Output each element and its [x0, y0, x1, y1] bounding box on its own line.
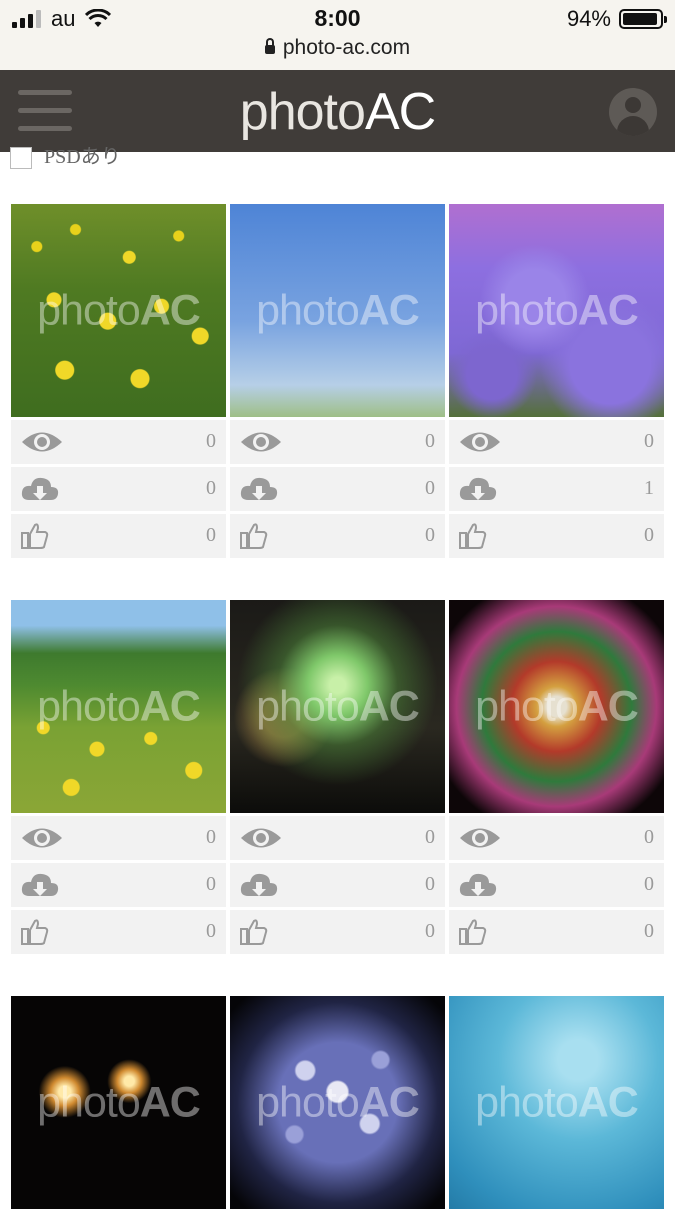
views-count: 0: [644, 430, 654, 452]
downloads-count: 0: [206, 873, 216, 895]
eye-icon: [458, 427, 500, 457]
watermark: photoAC: [37, 286, 201, 334]
photo-thumbnail-colorful-fireworks[interactable]: photoAC: [449, 600, 664, 813]
thumbs-up-icon[interactable]: [20, 521, 50, 551]
downloads-count: 0: [425, 873, 435, 895]
downloads-count: 0: [206, 477, 216, 499]
address-bar[interactable]: photo-ac.com: [0, 36, 675, 60]
stat-downloads: 0: [449, 863, 664, 907]
likes-count: 0: [644, 920, 654, 942]
watermark: photoAC: [256, 682, 420, 730]
stat-likes[interactable]: 0: [230, 910, 445, 954]
lock-icon: [264, 38, 275, 54]
battery-icon: [619, 9, 667, 29]
stat-downloads: 0: [230, 467, 445, 511]
stat-views: 0: [230, 420, 445, 464]
photo-thumbnail-sunflower-field[interactable]: photoAC: [11, 600, 226, 813]
views-count: 0: [206, 826, 216, 848]
downloads-count: 1: [644, 477, 654, 499]
stat-views: 0: [230, 816, 445, 860]
photo-card[interactable]: photoAC: [230, 996, 445, 1209]
eye-icon: [20, 427, 62, 457]
psd-filter[interactable]: PSDあり: [10, 146, 121, 169]
views-count: 0: [425, 430, 435, 452]
watermark: photoAC: [475, 1078, 639, 1126]
views-count: 0: [644, 826, 654, 848]
thumbs-up-icon[interactable]: [20, 917, 50, 947]
cloud-download-icon: [458, 474, 497, 504]
views-count: 0: [206, 430, 216, 452]
thumbs-up-icon[interactable]: [458, 917, 488, 947]
watermark: photoAC: [475, 682, 639, 730]
likes-count: 0: [644, 524, 654, 546]
watermark: photoAC: [256, 286, 420, 334]
watermark: photoAC: [37, 682, 201, 730]
stat-likes[interactable]: 0: [449, 514, 664, 558]
eye-icon: [239, 823, 281, 853]
photo-card[interactable]: photoAC 0 1 0: [449, 204, 664, 558]
watermark: photoAC: [256, 1078, 420, 1126]
status-bar: au 8:00 94% photo-ac.com: [0, 0, 675, 70]
eye-icon: [239, 427, 281, 457]
photo-card[interactable]: photoAC: [449, 996, 664, 1209]
stat-likes[interactable]: 0: [11, 910, 226, 954]
thumbs-up-icon[interactable]: [239, 917, 269, 947]
thumbs-up-icon[interactable]: [239, 521, 269, 551]
stat-downloads: 0: [11, 467, 226, 511]
eye-icon: [458, 823, 500, 853]
eye-icon: [20, 823, 62, 853]
views-count: 0: [425, 826, 435, 848]
url-text: photo-ac.com: [282, 36, 411, 59]
cloud-download-icon: [239, 870, 278, 900]
stat-downloads: 1: [449, 467, 664, 511]
stat-downloads: 0: [11, 863, 226, 907]
site-logo[interactable]: photoAC: [0, 82, 675, 142]
photo-thumbnail-green-fireworks[interactable]: photoAC: [230, 600, 445, 813]
logo-ac: AC: [364, 83, 436, 141]
photo-thumbnail-bokeh-fireworks[interactable]: photoAC: [230, 996, 445, 1209]
watermark: photoAC: [37, 1078, 201, 1126]
photo-card[interactable]: photoAC: [11, 996, 226, 1209]
stat-likes[interactable]: 0: [11, 514, 226, 558]
likes-count: 0: [425, 920, 435, 942]
user-avatar-icon[interactable]: [609, 88, 657, 136]
logo-photo: photo: [239, 83, 366, 141]
likes-count: 0: [206, 524, 216, 546]
stat-views: 0: [11, 420, 226, 464]
photo-thumbnail-sparklers[interactable]: photoAC: [11, 996, 226, 1209]
downloads-count: 0: [425, 477, 435, 499]
stat-views: 0: [449, 420, 664, 464]
stat-downloads: 0: [230, 863, 445, 907]
photo-card[interactable]: photoAC 0 0 0: [449, 600, 664, 954]
cloud-download-icon: [239, 474, 278, 504]
likes-count: 0: [206, 920, 216, 942]
stat-views: 0: [11, 816, 226, 860]
photo-thumbnail-cosmos[interactable]: photoAC: [230, 204, 445, 417]
stat-likes[interactable]: 0: [449, 910, 664, 954]
photo-thumbnail-sunflowers[interactable]: photoAC: [11, 204, 226, 417]
likes-count: 0: [425, 524, 435, 546]
photo-thumbnail-hydrangea[interactable]: photoAC: [449, 204, 664, 417]
stat-views: 0: [449, 816, 664, 860]
thumbs-up-icon[interactable]: [458, 521, 488, 551]
psd-checkbox[interactable]: [10, 146, 32, 169]
watermark: photoAC: [475, 286, 639, 334]
photo-card[interactable]: photoAC 0 0 0: [11, 600, 226, 954]
photo-card[interactable]: photoAC 0 0 0: [11, 204, 226, 558]
battery-percent: 94%: [566, 6, 611, 31]
cloud-download-icon: [458, 870, 497, 900]
downloads-count: 0: [644, 873, 654, 895]
cloud-download-icon: [20, 474, 59, 504]
psd-filter-label: PSDあり: [44, 146, 121, 168]
photo-card[interactable]: photoAC 0 0 0: [230, 600, 445, 954]
photo-card[interactable]: photoAC 0 0 0: [230, 204, 445, 558]
photo-thumbnail-underwater-swimmers[interactable]: photoAC: [449, 996, 664, 1209]
cloud-download-icon: [20, 870, 59, 900]
stat-likes[interactable]: 0: [230, 514, 445, 558]
